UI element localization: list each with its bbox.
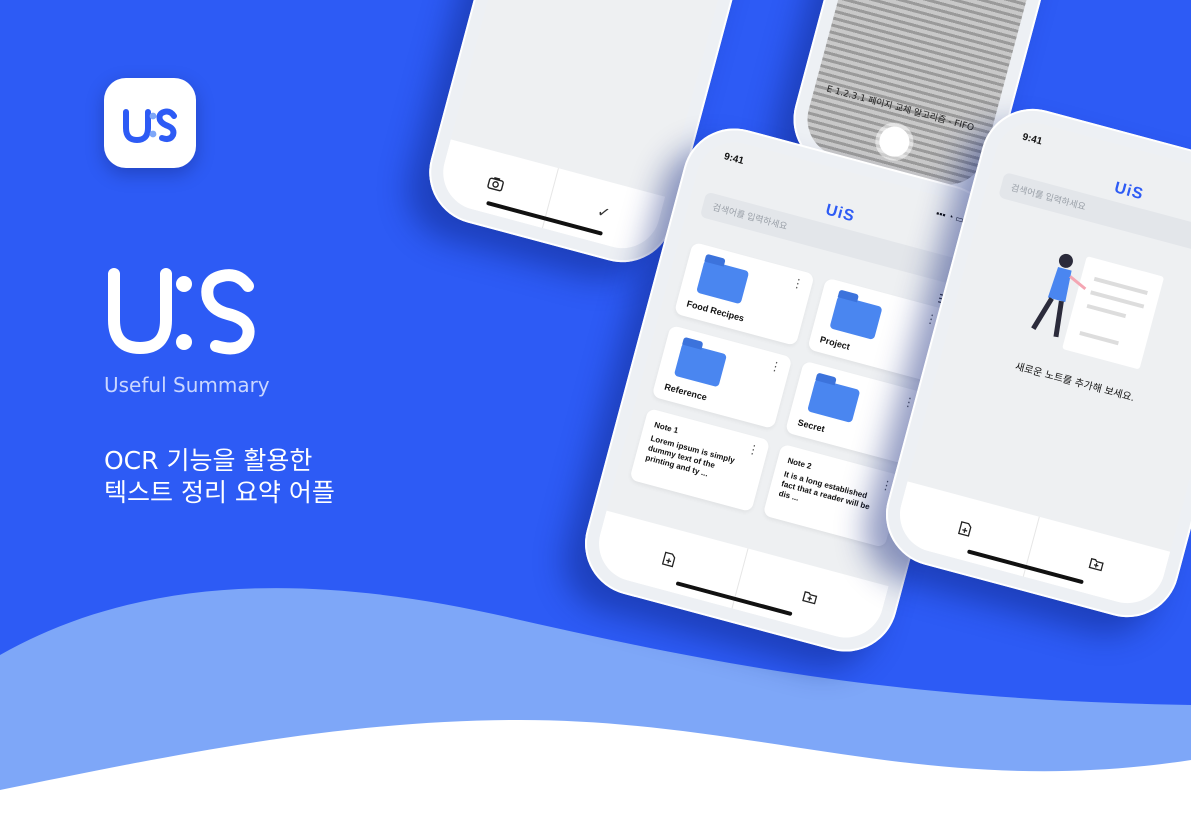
note-title: Note 2 [786,455,813,471]
new-folder-icon [1088,557,1104,572]
app-icon-logo [123,108,177,144]
more-icon[interactable]: ⋮ [790,275,805,292]
note-preview: It is a long established fact that a rea… [777,469,871,512]
confirm-button[interactable]: ✓ [542,168,665,256]
check-icon: ✓ [595,203,612,223]
brand-logo [108,268,255,355]
note-title: Note 1 [653,420,680,436]
folder-card[interactable]: ⋮ Food Recipes [673,241,815,346]
folder-name: Secret [796,417,826,435]
more-icon[interactable]: ⋮ [746,441,761,458]
folder-name: Reference [663,381,708,403]
folder-card[interactable]: ⋮ Reference [651,324,793,430]
header-app-logo: UiS [1112,179,1146,204]
status-icons: ▪▪▪ ◔ ▭ [935,208,966,226]
new-folder-icon [802,591,818,605]
folder-icon [696,259,750,305]
note-card[interactable]: Note 1 Lorem ipsum is simply dummy text … [629,407,771,513]
folder-icon [807,378,861,424]
note-preview: Lorem ipsum is simply dummy text of the … [644,433,736,479]
tagline-line-2: 텍스트 정리 요약 어플 [104,478,335,507]
new-note-icon [957,520,972,537]
note-card[interactable]: Note 2 It is a long established fact tha… [762,443,904,548]
status-time: 9:41 [722,151,745,168]
empty-state-illustration [1031,253,1164,369]
app-icon [104,78,196,168]
more-icon[interactable]: ⋮ [768,358,783,375]
search-input[interactable]: 검색어를 입력하세요 [998,172,1191,261]
folder-icon [829,295,883,340]
brand-subtitle: Useful Summary [104,373,270,397]
scanned-document-text: E 1.2.3.1 페이지 교체 알고리즘 - FIFO [825,84,975,134]
header-app-logo: UiS [823,201,857,226]
camera-icon [487,177,505,192]
shutter-button[interactable] [875,123,913,161]
folder-icon [673,342,728,388]
new-note-icon [661,551,676,568]
status-time: 9:41 [1021,131,1044,148]
folder-name: Project [818,334,851,352]
tagline-line-1: OCR 기능을 활용한 [104,446,313,475]
